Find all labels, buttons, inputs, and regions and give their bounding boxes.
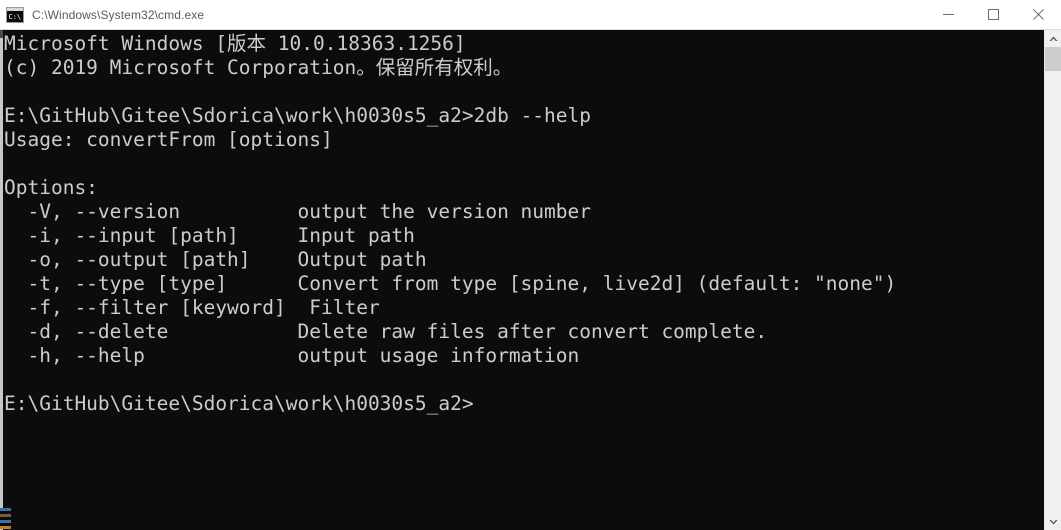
- console-scrollbar[interactable]: [1044, 30, 1061, 530]
- console-line: -d, --delete Delete raw files after conv…: [4, 320, 768, 343]
- cmd-window: C:\ C:\Windows\System32\cmd.exe Microsof…: [0, 0, 1061, 530]
- taskbar-edge-artifact: [0, 508, 11, 530]
- window-title: C:\Windows\System32\cmd.exe: [32, 7, 205, 22]
- maximize-button[interactable]: [971, 0, 1016, 30]
- console-line: -i, --input [path] Input path: [4, 224, 415, 247]
- console-line: Options:: [4, 176, 98, 199]
- console-line: Microsoft Windows [版本 10.0.18363.1256]: [4, 32, 466, 55]
- scrollbar-track[interactable]: [1045, 71, 1061, 513]
- console-line: -V, --version output the version number: [4, 200, 591, 223]
- window-controls: [926, 0, 1061, 30]
- cmd-console-icon: C:\: [6, 6, 24, 23]
- console-line: (c) 2019 Microsoft Corporation。保留所有权利。: [4, 56, 513, 79]
- svg-text:C:\: C:\: [9, 13, 22, 21]
- close-button[interactable]: [1016, 0, 1061, 30]
- console-line: E:\GitHub\Gitee\Sdorica\work\h0030s5_a2>: [4, 392, 474, 415]
- console-output[interactable]: Microsoft Windows [版本 10.0.18363.1256] (c…: [3, 30, 1044, 530]
- console-line: -h, --help output usage information: [4, 344, 580, 367]
- scrollbar-thumb[interactable]: [1045, 47, 1061, 71]
- scrollbar-down-button[interactable]: [1045, 513, 1061, 530]
- console-line: Usage: convertFrom [options]: [4, 128, 333, 151]
- title-bar[interactable]: C:\ C:\Windows\System32\cmd.exe: [0, 0, 1061, 30]
- console-line: -f, --filter [keyword] Filter: [4, 296, 380, 319]
- console-body[interactable]: Microsoft Windows [版本 10.0.18363.1256] (c…: [0, 30, 1061, 530]
- console-line: -o, --output [path] Output path: [4, 248, 427, 271]
- console-line: -t, --type [type] Convert from type [spi…: [4, 272, 897, 295]
- scrollbar-up-button[interactable]: [1045, 30, 1061, 47]
- minimize-button[interactable]: [926, 0, 971, 30]
- console-line: E:\GitHub\Gitee\Sdorica\work\h0030s5_a2>…: [4, 104, 591, 127]
